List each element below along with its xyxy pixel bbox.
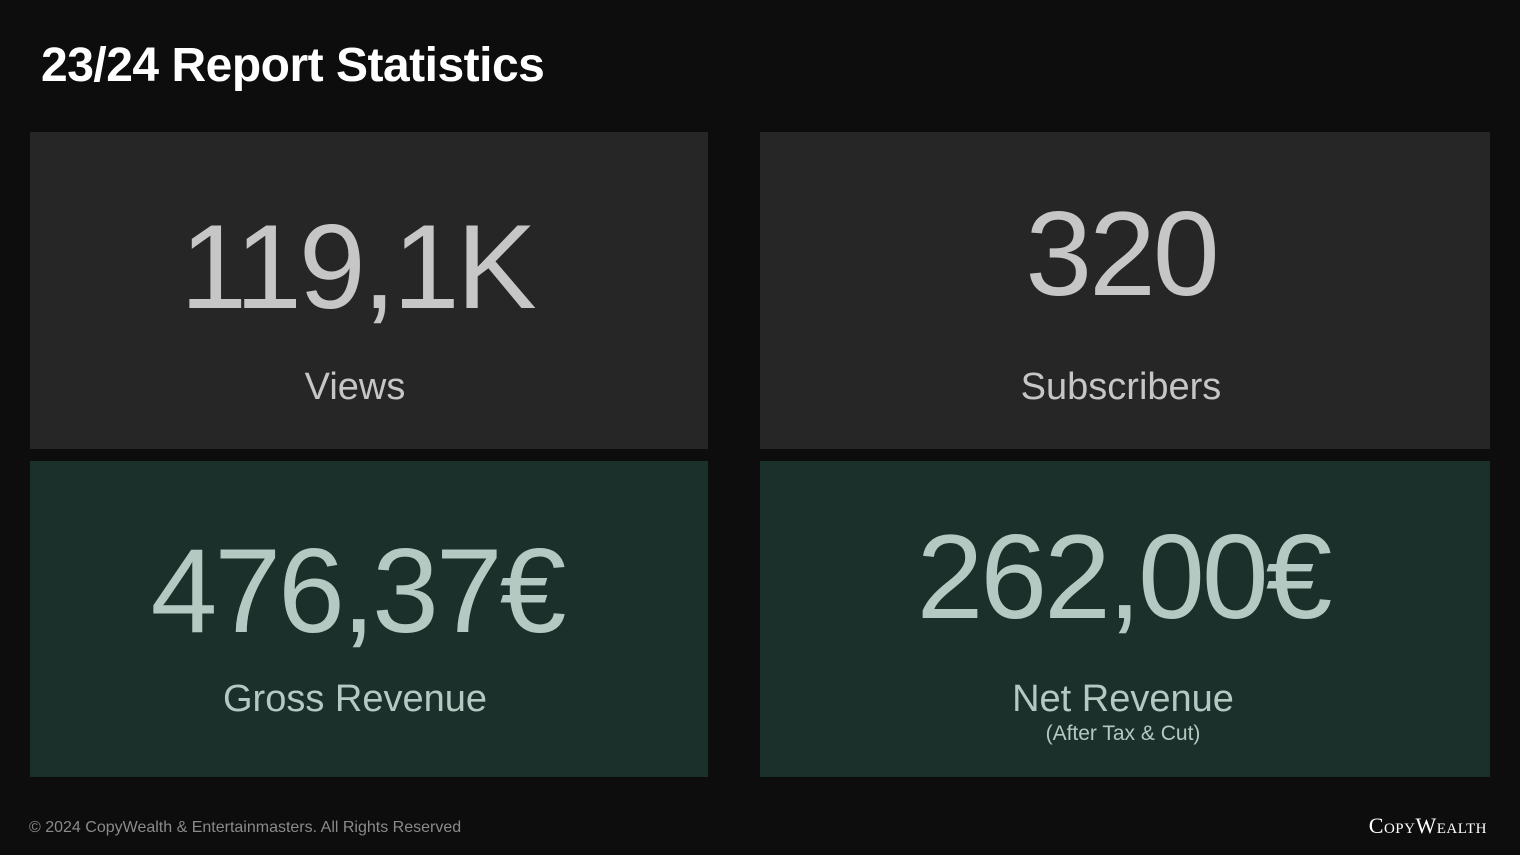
brand-logo: CopyWealth [1368, 813, 1487, 838]
copyright-notice: © 2024 CopyWealth & Entertainmasters. Al… [29, 819, 462, 836]
subscribers-stat-card: 320 Subscribers [760, 132, 1490, 449]
net-revenue-value: 262,00€ [916, 510, 1333, 644]
net-revenue-stat-card: 262,00€ Net Revenue (After Tax & Cut) [760, 461, 1490, 777]
page-title: 23/24 Report Statistics [41, 39, 545, 92]
gross-revenue-stat-card: 476,37€ Gross Revenue [30, 461, 708, 777]
gross-revenue-value: 476,37€ [150, 524, 567, 658]
views-value: 119,1K [180, 200, 536, 334]
gross-revenue-label: Gross Revenue [222, 678, 487, 720]
views-stat-card: 119,1K Views [30, 132, 708, 449]
net-revenue-label: Net Revenue [1012, 678, 1234, 720]
subscribers-value: 320 [1025, 187, 1219, 321]
views-label: Views [304, 366, 406, 408]
subscribers-label: Subscribers [1020, 366, 1222, 408]
net-revenue-sublabel: (After Tax & Cut) [1045, 722, 1201, 745]
